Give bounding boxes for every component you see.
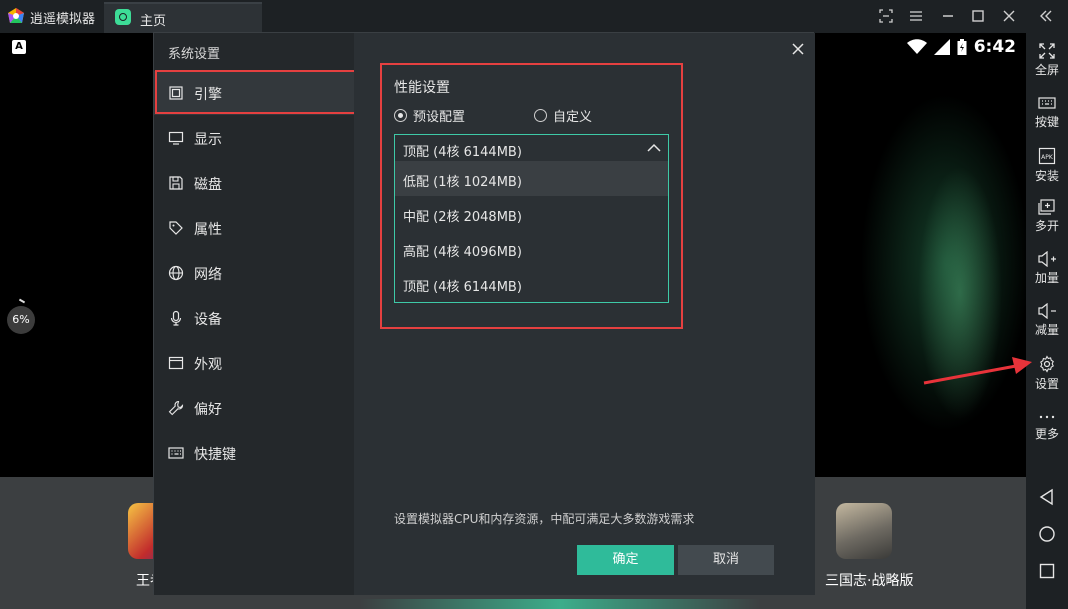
nav-item-preferences[interactable]: 偏好 [154, 386, 354, 430]
hint-text: 设置模拟器CPU和内存资源，中配可满足大多数游戏需求 [394, 512, 695, 526]
progress-badge[interactable]: 6% [7, 306, 35, 334]
more-label: 更多 [1034, 427, 1059, 441]
wrench-icon [168, 400, 184, 416]
status-time: 6:42 [973, 37, 1016, 57]
volume-down-label: 减量 [1034, 323, 1059, 337]
tab-home-label: 主页 [140, 14, 167, 29]
tab-home[interactable]: 主页 [104, 2, 262, 33]
nav-item-appearance[interactable]: 外观 [154, 341, 354, 385]
fullscreen-icon [1039, 43, 1055, 59]
volume-up-button[interactable]: 加量 [1026, 245, 1068, 297]
volume-up-icon [1038, 251, 1056, 267]
app-icon-sanguozhi[interactable] [836, 503, 892, 559]
highlight-box-engine [155, 70, 357, 114]
screenshot-icon[interactable] [878, 8, 894, 24]
close-icon[interactable] [790, 41, 806, 57]
microphone-icon [170, 310, 182, 326]
emulator-window: 逍遥模拟器 主页 A 6:42 6% 王者 三国志·战略版 全屏 按键 APK … [0, 0, 1068, 609]
nav-item-network[interactable]: 网络 [154, 251, 354, 295]
maximize-icon[interactable] [970, 8, 986, 24]
disk-icon [169, 176, 183, 190]
settings-content: 性能设置 预设配置 自定义 顶配 (4核 6144MB) 低配 (1核 1024… [354, 33, 815, 595]
home-tab-icon [115, 9, 131, 25]
display-icon [168, 131, 184, 145]
nav-item-device[interactable]: 设备 [154, 296, 354, 340]
home-icon[interactable] [1038, 525, 1056, 543]
window-icon [168, 356, 184, 370]
volume-down-button[interactable]: 减量 [1026, 297, 1068, 349]
side-toolbar: 全屏 按键 APK 安装 多开 加量 减量 设置 更多 [1026, 33, 1068, 609]
fullscreen-button[interactable]: 全屏 [1026, 37, 1068, 89]
volume-up-label: 加量 [1034, 271, 1059, 285]
signal-icon [933, 39, 950, 55]
close-icon[interactable] [1001, 8, 1017, 24]
menu-icon[interactable] [908, 8, 924, 24]
gear-icon [1040, 355, 1054, 373]
nav-label-network: 网络 [194, 267, 222, 283]
settings-label: 设置 [1034, 377, 1059, 391]
settings-button[interactable]: 设置 [1026, 349, 1068, 401]
dialog-title: 系统设置 [168, 47, 221, 62]
keymap-label: 按键 [1034, 115, 1059, 129]
tag-icon [169, 221, 183, 235]
nav-item-shortcuts[interactable]: 快捷键 [154, 431, 354, 475]
highlight-box-performance [380, 63, 683, 329]
minimize-icon[interactable] [940, 8, 956, 24]
keyboard-icon [168, 447, 184, 459]
nav-label-properties: 属性 [194, 222, 222, 238]
nav-label-appearance: 外观 [194, 357, 222, 373]
nav-item-disk[interactable]: 磁盘 [154, 161, 354, 205]
apk-icon: APK [1038, 147, 1056, 165]
cancel-button[interactable]: 取消 [678, 545, 774, 575]
dock-glow [360, 599, 760, 609]
progress-tick [18, 298, 26, 304]
nav-label-device: 设备 [194, 312, 222, 328]
ok-button[interactable]: 确定 [577, 545, 674, 575]
recent-apps-icon[interactable] [1038, 562, 1056, 580]
nav-label-display: 显示 [194, 132, 222, 148]
install-apk-button[interactable]: APK 安装 [1026, 141, 1068, 193]
notification-a-icon: A [12, 40, 26, 54]
app-logo-icon [8, 8, 24, 23]
globe-icon [168, 265, 184, 281]
wifi-icon [906, 39, 927, 54]
settings-sidebar: 系统设置 引擎 显示 磁盘 属性 网络 设备 外观 偏好 快捷键 [154, 33, 357, 595]
nav-label-disk: 磁盘 [194, 177, 222, 193]
app-title: 逍遥模拟器 [30, 12, 96, 27]
multi-instance-label: 多开 [1034, 219, 1059, 233]
more-button[interactable]: 更多 [1026, 401, 1068, 453]
nav-label-preferences: 偏好 [194, 402, 222, 418]
keymap-button[interactable]: 按键 [1026, 89, 1068, 141]
title-bar: 逍遥模拟器 主页 [0, 0, 1068, 33]
keyboard-icon [1038, 97, 1056, 109]
collapse-icon[interactable] [1038, 8, 1054, 24]
volume-down-icon [1038, 303, 1056, 319]
nav-item-display[interactable]: 显示 [154, 116, 354, 160]
more-icon [1039, 415, 1055, 419]
status-bar: 6:42 [906, 37, 1016, 57]
back-icon[interactable] [1038, 488, 1056, 506]
settings-dialog: 系统设置 引擎 显示 磁盘 属性 网络 设备 外观 偏好 快捷键 性能设置 预设… [153, 32, 815, 595]
multi-instance-button[interactable]: 多开 [1026, 193, 1068, 245]
svg-text:APK: APK [1041, 154, 1054, 161]
multi-instance-icon [1038, 199, 1055, 215]
battery-icon [957, 39, 967, 55]
fullscreen-label: 全屏 [1034, 63, 1059, 77]
nav-item-properties[interactable]: 属性 [154, 206, 354, 250]
install-label: 安装 [1034, 169, 1059, 183]
app-label-sanguozhi[interactable]: 三国志·战略版 [825, 570, 913, 590]
nav-label-shortcuts: 快捷键 [194, 447, 236, 463]
